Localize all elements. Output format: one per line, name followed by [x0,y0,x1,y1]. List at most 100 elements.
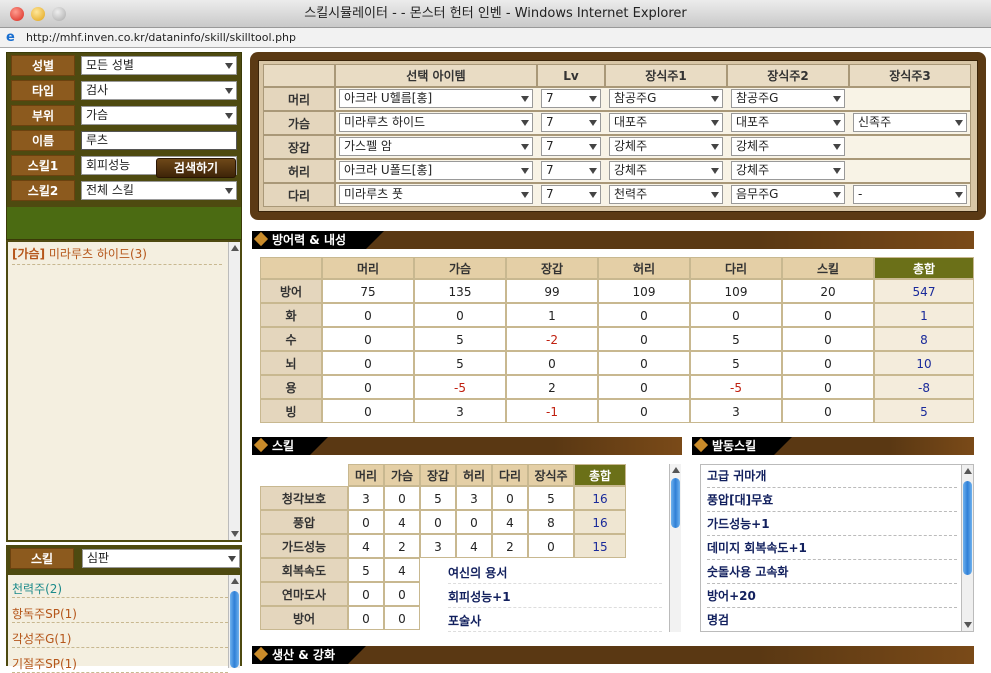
jewel1-select[interactable]: 천력주 [609,185,723,204]
item-select[interactable]: 미라루츠 하이드 [339,113,533,132]
item-select[interactable]: 미라루츠 풋 [339,185,533,204]
active-skill-scrollbar[interactable] [961,465,973,631]
defense-row-label: 방어 [260,279,322,303]
scroll-thumb[interactable] [963,481,972,575]
list-item[interactable]: 기절주SP(1) [12,656,228,673]
window-titlebar: 스킬시뮬레이터 - - 몬스터 헌터 인벤 - Windows Internet… [0,0,991,28]
scroll-up-icon[interactable] [231,578,239,584]
jewel1-select[interactable]: 대포주 [609,113,723,132]
scroll-down-icon[interactable] [964,622,972,628]
defense-cell: 1 [874,303,974,327]
item-select[interactable]: 가스펠 암 [339,137,533,156]
jewel-scrollbar[interactable] [228,575,240,668]
type-select[interactable]: 검사 [81,81,237,100]
filter-part-label: 부위 [11,105,75,126]
chevron-down-icon [521,168,529,174]
jewel3-select[interactable]: - [853,185,967,204]
chevron-down-icon [711,192,719,198]
equipment-table: 선택 아이템 Lv 장식주1 장식주2 장식주3 머리 아크라 U헬름[홍] 7 참공… [258,60,978,212]
active-skill-item[interactable]: 풍압[대]무효 [707,489,957,512]
skill-filter-label: 스킬 [10,548,74,569]
minimize-window-button[interactable] [31,7,45,21]
equipment-frame: 선택 아이템 Lv 장식주1 장식주2 장식주3 머리 아크라 U헬름[홍] 7 참공… [250,52,986,220]
defense-cell: 0 [322,375,414,399]
active-skill-item[interactable]: 데미지 회복속도+1 [707,537,957,560]
active-skill-item[interactable]: 방어+20 [707,585,957,608]
jewel2-select[interactable]: 참공주G [731,89,845,108]
scroll-thumb[interactable] [230,591,239,668]
skill-filter-select[interactable]: 심판 [82,549,240,568]
close-window-button[interactable] [10,7,24,21]
jewel3-select[interactable]: 신족주 [853,113,967,132]
lv-select[interactable]: 7 [541,185,601,204]
active-skill-item[interactable]: 명검 [707,609,957,632]
scroll-down-icon[interactable] [231,531,239,537]
defense-section-title: 방어력 & 내성 [252,231,366,249]
lv-select[interactable]: 7 [541,113,601,132]
scroll-up-icon[interactable] [231,245,239,251]
part-select[interactable]: 가슴 [81,106,237,125]
defense-cell: 0 [598,375,690,399]
active-skill-item[interactable]: 숫돌사용 고속화 [707,561,957,584]
skill-corner [260,464,348,486]
defense-cell: 0 [598,303,690,327]
address-url[interactable]: http://mhf.inven.co.kr/dataninfo/skill/s… [26,28,296,47]
skill-section-title: 스킬 [252,437,310,455]
defense-cell: 99 [506,279,598,303]
skill-cell: 3 [348,486,384,510]
zoom-window-button[interactable] [52,7,66,21]
defense-cell: 0 [322,399,414,423]
chevron-down-icon [589,192,597,198]
results-scrollbar[interactable] [228,242,240,540]
skill-cell: 5 [420,486,456,510]
skill-cell: 0 [348,606,384,630]
address-bar[interactable]: e http://mhf.inven.co.kr/dataninfo/skill… [0,28,991,48]
scroll-thumb[interactable] [671,478,680,528]
chevron-down-icon [833,192,841,198]
item-select[interactable]: 아크라 U헬름[홍] [339,89,533,108]
chevron-down-icon [589,144,597,150]
header-tail [774,437,792,455]
skill-cell: 0 [492,486,528,510]
skill-cell: 0 [456,510,492,534]
defense-cell: 0 [598,351,690,375]
active-skill-item[interactable]: 고급 귀마개 [707,465,957,488]
jewel2-select[interactable]: 음무주G [731,185,845,204]
result-item[interactable]: [가슴] 미라루츠 하이드(3) [12,246,222,265]
chevron-down-icon [225,113,233,119]
defense-cell: 0 [414,303,506,327]
defense-cell: 109 [598,279,690,303]
list-item[interactable]: 천력주(2) [12,581,228,598]
lv-select[interactable]: 7 [541,161,601,180]
jewel2-select[interactable]: 강체주 [731,137,845,156]
defense-row-label: 빙 [260,399,322,423]
skill-cell: 16 [574,486,626,510]
header-jewel1: 장식주1 [605,64,727,87]
defense-cell: 0 [506,351,598,375]
item-select[interactable]: 아크라 U폴드[홍] [339,161,533,180]
name-input[interactable]: 루츠 [81,131,237,150]
defense-corner [260,257,322,279]
lv-select[interactable]: 7 [541,89,601,108]
search-button[interactable]: 검색하기 [156,158,236,178]
skill-scrollbar[interactable] [669,464,681,632]
skill-cell: 4 [384,558,420,582]
filter-skill1-label: 스킬1 [11,155,75,176]
lv-select[interactable]: 7 [541,137,601,156]
jewel2-select[interactable]: 대포주 [731,113,845,132]
jewel1-select[interactable]: 강체주 [609,137,723,156]
active-skill-item[interactable]: 가드성능+1 [707,513,957,536]
skill-header-3: 허리 [456,464,492,486]
chevron-down-icon [521,120,529,126]
jewel1-select[interactable]: 강체주 [609,161,723,180]
filter-gender: 성별 모든 성별 [11,55,237,76]
skill2-select[interactable]: 전체 스킬 [81,181,237,200]
scroll-up-icon[interactable] [964,468,972,474]
scroll-up-icon[interactable] [672,467,680,473]
list-item[interactable]: 항독주SP(1) [12,606,228,623]
jewel1-select[interactable]: 참공주G [609,89,723,108]
list-item[interactable]: 각성주G(1) [12,631,228,648]
jewel2-select[interactable]: 강체주 [731,161,845,180]
defense-row-label: 뇌 [260,351,322,375]
gender-select[interactable]: 모든 성별 [81,56,237,75]
